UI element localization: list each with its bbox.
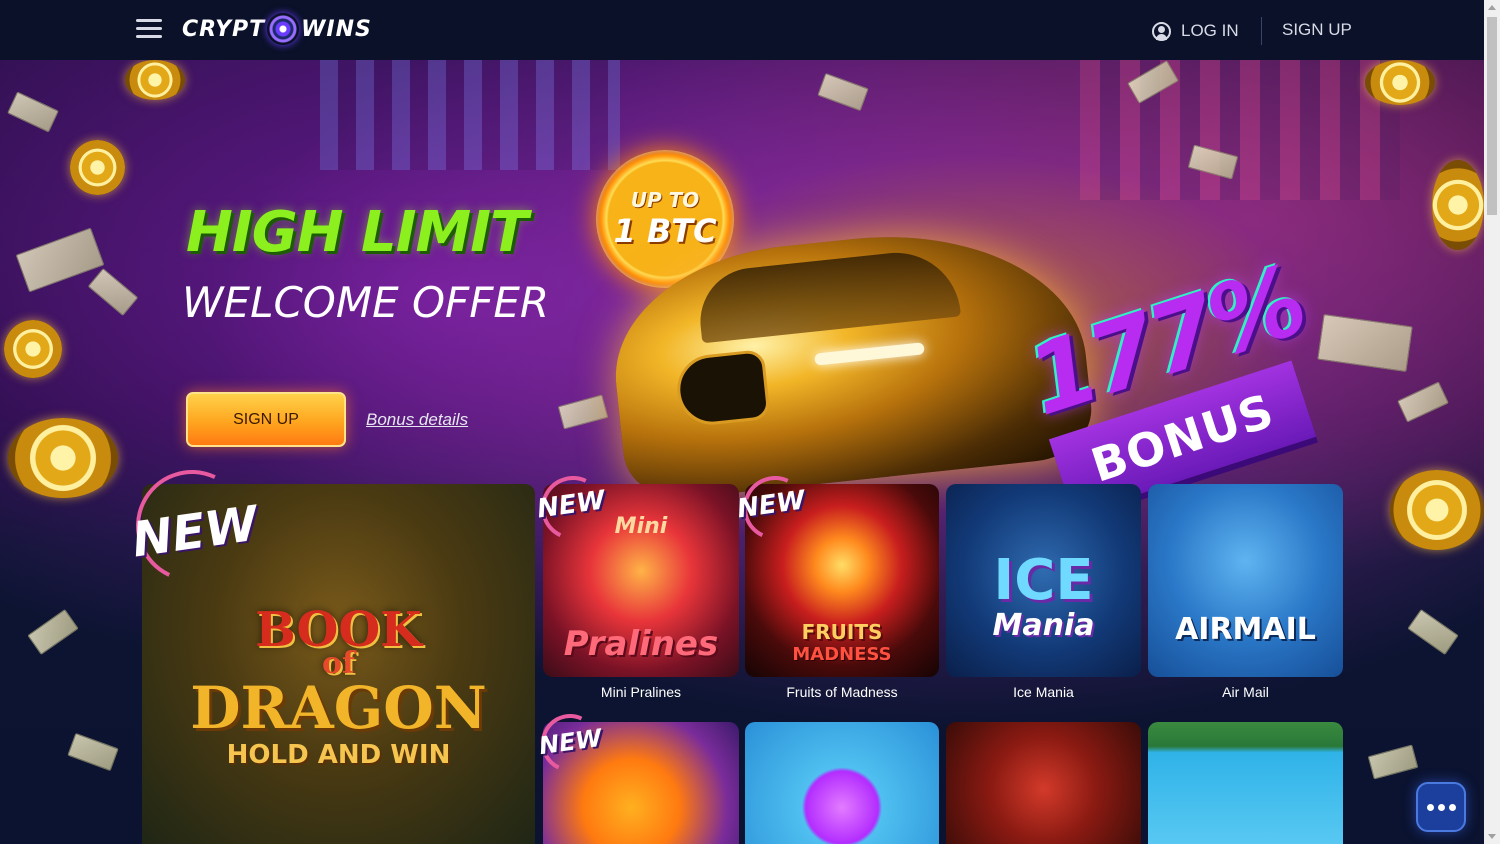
money-bill-decoration [7,91,59,133]
page: HIGH LIMIT WELCOME OFFER UP TO 1 BTC 177… [0,0,1500,844]
game-art-subtitle: Mania [992,608,1095,643]
user-icon [1152,21,1171,41]
car-headlight [814,342,925,366]
logo-text-right: WINS [301,16,372,42]
scrollbar-thumb[interactable] [1487,17,1497,215]
game-card-fisherman[interactable] [1148,722,1343,844]
hero-title: HIGH LIMIT [186,200,528,265]
casino-chip-decoration [70,140,125,195]
hamburger-menu-icon[interactable] [136,19,162,39]
login-label: LOG IN [1181,21,1239,40]
casino-chip-decoration [4,320,62,378]
casino-chip-decoration [1390,470,1484,550]
scroll-down-arrow-icon[interactable] [1488,834,1496,839]
featured-art-line3: DRAGON [190,674,487,742]
game-art-title: ICE [993,548,1094,613]
top-header: CRYPT WINS LOG IN SIGN UP [0,0,1484,60]
cryptowins-logo[interactable]: CRYPT WINS [182,12,372,46]
game-card-fruits-of-madness[interactable]: FRUITS MADNESS NEW Fruits of Madness [733,466,939,704]
scroll-up-arrow-icon[interactable] [1488,5,1496,10]
money-bill-decoration [557,394,609,430]
game-name[interactable]: Fruits of Madness [745,684,939,700]
game-card-ball[interactable] [745,722,939,844]
hero-subtitle: WELCOME OFFER [182,278,550,327]
casino-chip-decoration [125,60,185,100]
game-card-air-mail[interactable]: AIRMAIL Air Mail [1148,484,1343,704]
bonus-details-link[interactable]: Bonus details [366,410,468,430]
game-name[interactable]: Ice Mania [946,684,1141,700]
hero-signup-button[interactable]: SIGN UP [186,392,346,447]
game-art-title: AIRMAIL [1175,612,1316,647]
game-art-title: FRUITS [801,620,883,644]
game-thumbnail[interactable]: ICE Mania [946,484,1141,677]
casino-chip-decoration [1432,160,1484,250]
money-bill-decoration [87,268,139,316]
page-scrollbar[interactable] [1484,0,1500,844]
money-bill-decoration [1317,313,1413,373]
game-art-subtitle: MADNESS [792,644,892,665]
money-bill-decoration [817,72,869,112]
casino-chip-decoration [1365,60,1435,105]
game-card-dragon[interactable] [946,722,1141,844]
money-bill-decoration [67,732,119,772]
game-card-mini-pralines[interactable]: Mini Pralines NEW Mini Pralines [531,466,739,704]
game-thumbnail[interactable]: AIRMAIL [1148,484,1343,677]
badge-up-to: UP TO [630,188,700,212]
featured-game-book-of-dragon[interactable]: BOOK of DRAGON HOLD AND WIN NEW [120,454,535,844]
login-button[interactable]: LOG IN [1152,18,1239,44]
game-art-title: Pralines [563,624,719,664]
logo-swirl-icon [267,13,300,45]
game-thumbnail[interactable] [745,722,939,844]
featured-art-line4: HOLD AND WIN [226,740,451,770]
car-grill [673,348,771,429]
money-bill-decoration [1367,744,1419,780]
game-thumbnail[interactable] [1148,722,1343,844]
money-bill-decoration [1397,381,1449,423]
logo-text-left: CRYPT [182,16,266,42]
game-thumbnail[interactable] [946,722,1141,844]
header-signup-button[interactable]: SIGN UP [1282,20,1352,40]
casino-chip-decoration [8,418,118,498]
money-bill-decoration [27,608,79,656]
game-name[interactable]: Air Mail [1148,684,1343,700]
badge-amount: 1 BTC [613,212,717,250]
money-bill-decoration [1407,608,1459,656]
game-name[interactable]: Mini Pralines [543,684,739,700]
header-divider [1261,17,1262,45]
chat-icon[interactable] [1416,782,1466,832]
game-card-ice-mania[interactable]: ICE Mania Ice Mania [946,484,1141,704]
slot-machines-decoration [320,60,620,170]
slot-machines-decoration-right [1080,60,1400,200]
car-window [695,246,962,344]
game-card-fruit[interactable]: NEW [532,705,739,844]
